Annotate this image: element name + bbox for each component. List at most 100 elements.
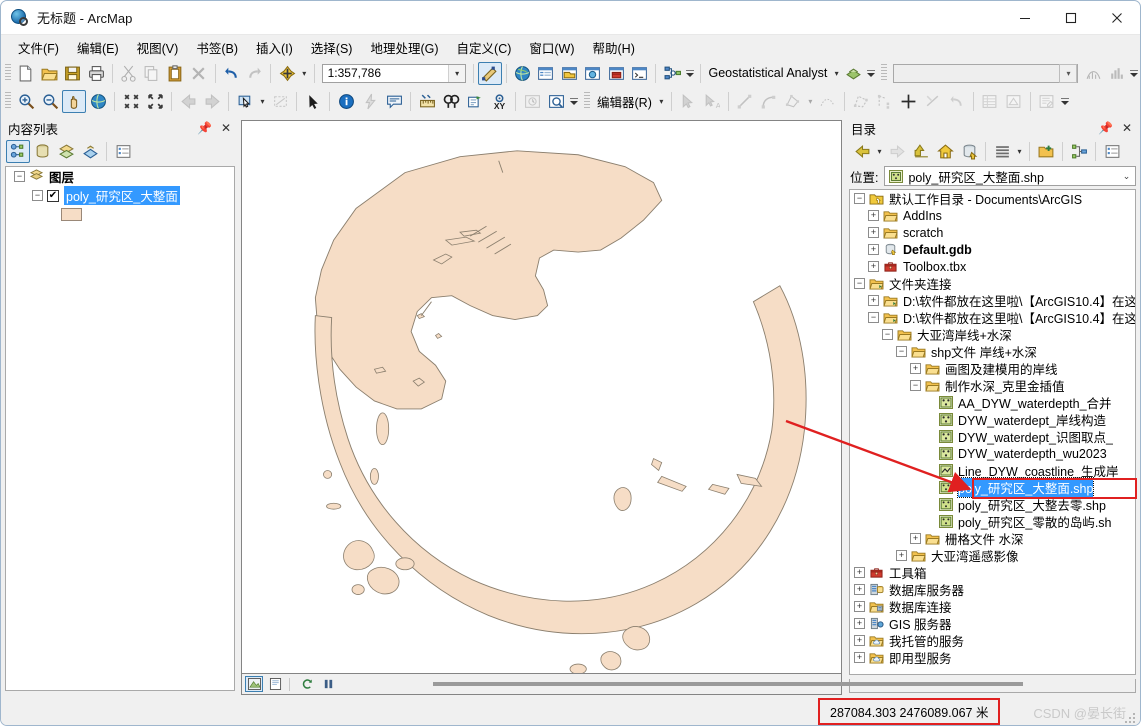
expander-expand-icon[interactable]: + (854, 567, 865, 578)
catalog-tree-item[interactable]: +AddIns (850, 207, 1135, 224)
toc-layer-row[interactable]: − ✔ poly_研究区_大整面 (6, 186, 234, 205)
editor-dropdown-caret[interactable]: ▾ (656, 90, 667, 113)
identify-icon[interactable] (334, 90, 358, 113)
open-folder-icon[interactable] (37, 62, 60, 85)
geostat-toolbar-overflow-button[interactable] (866, 62, 878, 85)
python-window-icon[interactable] (628, 62, 651, 85)
toolbar-grip[interactable] (5, 64, 11, 82)
list-by-source-icon[interactable] (30, 140, 54, 163)
layer-visibility-checkbox[interactable]: ✔ (47, 190, 59, 202)
expander-collapse-icon[interactable]: − (882, 329, 893, 340)
catalog-tree-item[interactable]: +工具箱 (850, 564, 1135, 581)
expander-expand-icon[interactable]: + (854, 601, 865, 612)
menu-help[interactable]: 帮助(H) (584, 35, 644, 60)
fixed-zoom-in-icon[interactable] (119, 90, 143, 113)
list-by-selection-icon[interactable] (78, 140, 102, 163)
pan-icon[interactable] (62, 90, 86, 113)
expander-expand-icon[interactable]: + (868, 227, 879, 238)
expander-expand-icon[interactable]: + (854, 618, 865, 629)
catalog-tree-item[interactable]: +我托管的服务 (850, 632, 1135, 649)
create-viewer-icon[interactable] (544, 90, 568, 113)
list-view-icon[interactable] (990, 140, 1014, 163)
toc-layer-label[interactable]: poly_研究区_大整面 (64, 186, 180, 205)
find-route-icon[interactable] (463, 90, 487, 113)
maximize-button[interactable] (1048, 1, 1094, 34)
save-icon[interactable] (61, 62, 84, 85)
expander-expand-icon[interactable]: + (854, 635, 865, 646)
menu-file[interactable]: 文件(F) (9, 35, 68, 60)
catalog-tree-item[interactable]: +大亚湾遥感影像 (850, 547, 1135, 564)
expander-expand-icon[interactable]: + (854, 584, 865, 595)
catalog-tree-item[interactable]: DYW_waterdept_岸线构造 (850, 411, 1135, 428)
editor-toolbar-grip[interactable] (584, 92, 590, 110)
menu-window[interactable]: 窗口(W) (520, 35, 583, 60)
map-scale-combo[interactable]: 1:357,786 ▾ (322, 64, 467, 83)
geostat-layer-icon[interactable] (842, 62, 865, 85)
expander-collapse-icon[interactable]: − (910, 380, 921, 391)
back-dropdown-caret[interactable]: ▾ (874, 140, 885, 163)
catalog-tree-item[interactable]: +D:\软件都放在这里啦\【ArcGIS10.4】在这 (850, 292, 1135, 309)
map-view[interactable] (241, 120, 842, 674)
catalog-tree-item[interactable]: −大亚湾岸线+水深 (850, 326, 1135, 343)
expander-collapse-icon[interactable]: − (32, 190, 43, 201)
undo-icon[interactable] (220, 62, 243, 85)
expander-expand-icon[interactable]: + (868, 261, 879, 272)
tools-toolbar-grip[interactable] (5, 92, 11, 110)
catalog-tree-item[interactable]: +数据库服务器 (850, 581, 1135, 598)
editor-menu[interactable]: 编辑器(R) (593, 92, 656, 111)
menu-customize[interactable]: 自定义(C) (448, 35, 521, 60)
zoom-out-icon[interactable] (38, 90, 62, 113)
list-by-drawing-order-icon[interactable] (6, 140, 30, 163)
catalog-tree-item[interactable]: DYW_waterdepth_wu2023 (850, 445, 1135, 462)
expander-expand-icon[interactable]: + (868, 244, 879, 255)
search-window-icon[interactable] (581, 62, 604, 85)
expander-expand-icon[interactable]: + (868, 295, 879, 306)
geostat-dropdown-caret[interactable]: ▾ (831, 62, 842, 85)
menu-view[interactable]: 视图(V) (128, 35, 188, 60)
expander-collapse-icon[interactable]: − (854, 278, 865, 289)
catalog-tree-item[interactable]: +栅格文件 水深 (850, 530, 1135, 547)
location-combo[interactable]: poly_研究区_大整面.shp ⌄ (884, 166, 1136, 186)
expander-collapse-icon[interactable]: − (868, 312, 879, 323)
editor-toolbar-overflow-button[interactable] (1059, 90, 1071, 113)
data-view-icon[interactable] (245, 676, 263, 692)
catalog-tree-item[interactable]: Line_DYW_coastline_生成岸 (850, 462, 1135, 479)
toggle-tree-icon[interactable] (1067, 140, 1091, 163)
catalog-options-icon[interactable] (1100, 140, 1124, 163)
paste-icon[interactable] (164, 62, 187, 85)
catalog-tree-item[interactable]: +GIS 服务器 (850, 615, 1135, 632)
analysis-toolbar-overflow-button[interactable] (1128, 62, 1140, 85)
menu-selection[interactable]: 选择(S) (302, 35, 362, 60)
catalog-tree-item[interactable]: +Default.gdb (850, 241, 1135, 258)
measure-icon[interactable] (415, 90, 439, 113)
menu-geoprocessing[interactable]: 地理处理(G) (361, 35, 447, 60)
polygon-fill-swatch[interactable] (61, 208, 82, 221)
tools-toolbar-overflow-button[interactable] (568, 90, 580, 113)
toc-root-layers[interactable]: − 图层 (6, 167, 234, 186)
go-to-xy-icon[interactable]: XY (487, 90, 511, 113)
expander-expand-icon[interactable]: + (854, 652, 865, 663)
expander-collapse-icon[interactable]: − (854, 193, 865, 204)
home-icon[interactable] (933, 140, 957, 163)
add-data-dropdown-caret[interactable]: ▾ (299, 62, 310, 85)
minimize-button[interactable] (1002, 1, 1048, 34)
expander-collapse-icon[interactable]: − (896, 346, 907, 357)
toc-options-icon[interactable] (111, 140, 135, 163)
add-data-icon[interactable] (275, 62, 298, 85)
expander-expand-icon[interactable]: + (896, 550, 907, 561)
list-by-visibility-icon[interactable] (54, 140, 78, 163)
pause-drawing-icon[interactable] (319, 676, 337, 692)
catalog-tree-item[interactable]: poly_研究区_零散的岛屿.sh (850, 513, 1135, 530)
toc-tree[interactable]: − 图层 − ✔ poly_研究区_大整面 (5, 166, 235, 691)
geostatistical-analyst-menu[interactable]: Geostatistical Analyst (705, 66, 832, 80)
refresh-icon[interactable] (298, 676, 316, 692)
standard-toolbar-overflow-button[interactable] (684, 62, 696, 85)
catalog-window-icon[interactable] (558, 62, 581, 85)
fixed-zoom-out-icon[interactable] (143, 90, 167, 113)
catalog-tree-item[interactable]: +Toolbox.tbx (850, 258, 1135, 275)
expander-expand-icon[interactable]: + (868, 210, 879, 221)
catalog-tree[interactable]: −默认工作目录 - Documents\ArcGIS+AddIns+scratc… (849, 189, 1136, 675)
catalog-tree-item[interactable]: −默认工作目录 - Documents\ArcGIS (850, 190, 1135, 207)
map-scale-dropdown-caret[interactable]: ▾ (448, 65, 465, 82)
layout-view-icon[interactable] (266, 676, 284, 692)
